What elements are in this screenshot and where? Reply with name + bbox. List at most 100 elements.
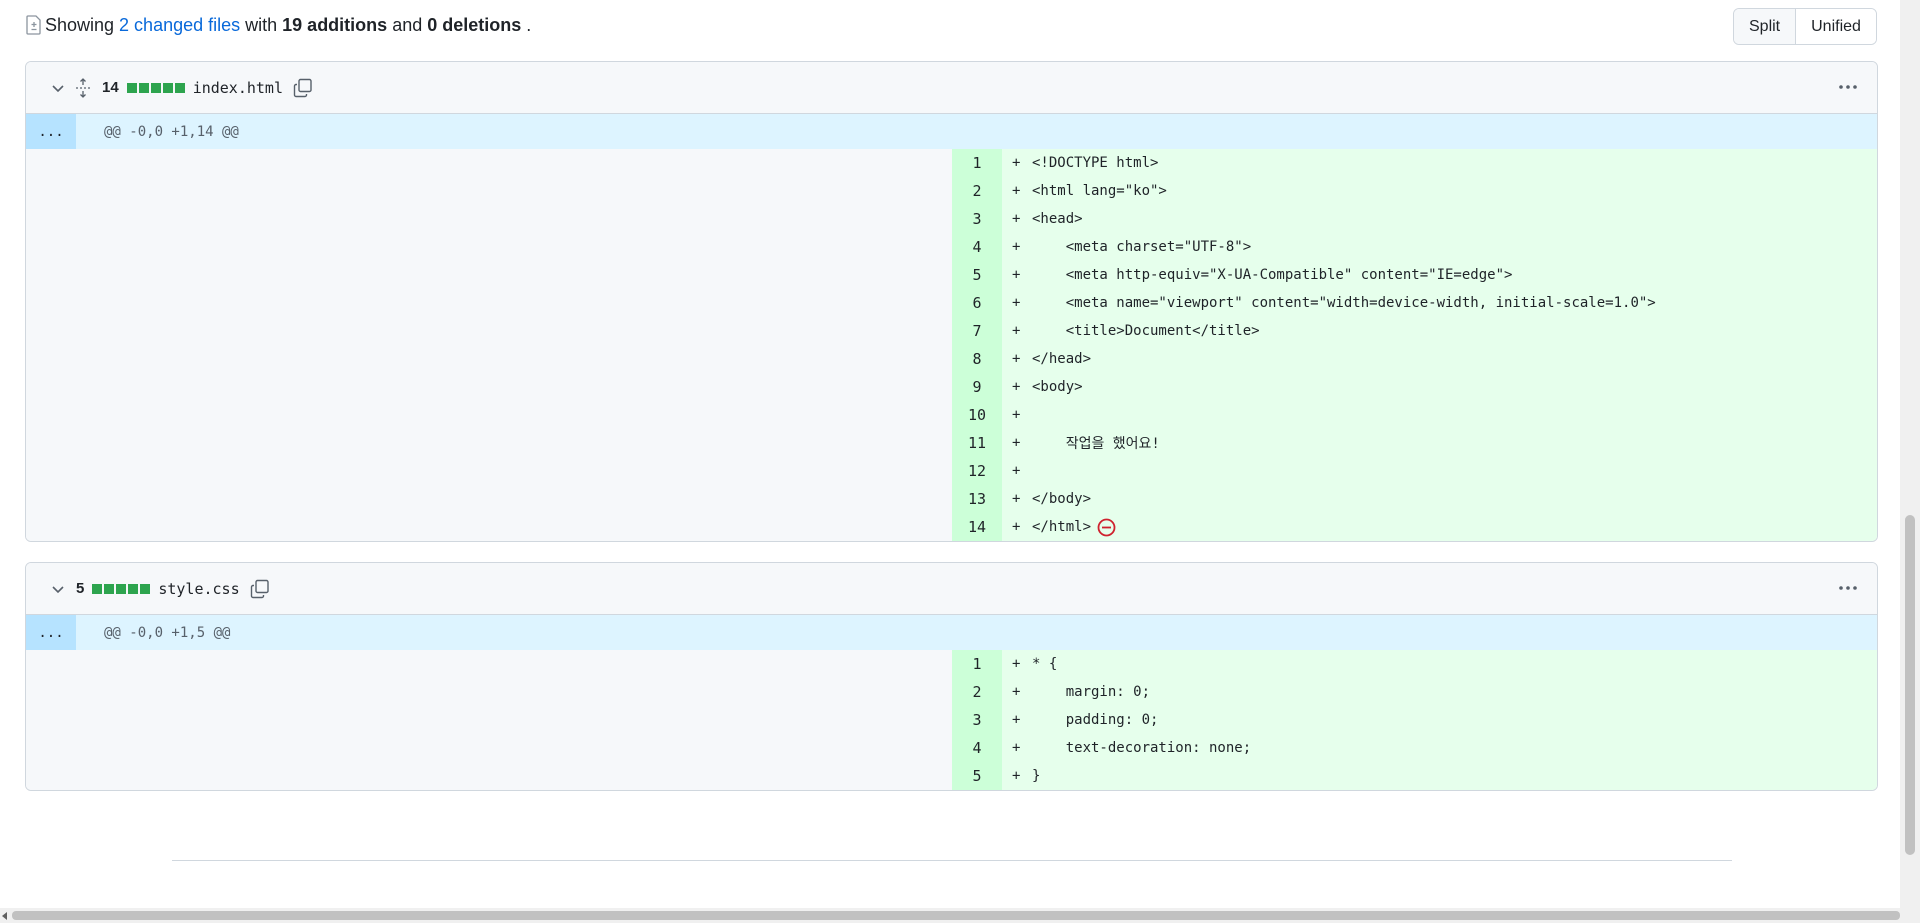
vertical-scrollbar[interactable] [1900, 0, 1920, 923]
code-line: + <html lang="ko"> [1002, 177, 1877, 205]
file-header: 5 style.css [26, 563, 1877, 615]
diff-summary: Showing 2 changed files with 19 addition… [25, 10, 531, 40]
line-number[interactable]: 7 [952, 317, 1002, 345]
diff-row: 3 + <head> [952, 205, 1877, 233]
code-line: + margin: 0; [1002, 678, 1877, 706]
line-number[interactable]: 3 [952, 706, 1002, 734]
line-number[interactable]: 5 [952, 261, 1002, 289]
right-pane: 1 + <!DOCTYPE html> 2 + <html lang="ko"> 3 + <… [952, 149, 1877, 541]
right-pane: 1 + * { 2 + margin: 0; 3 + padding: 0; 4 + te… [952, 650, 1877, 790]
scrollbar-thumb[interactable] [1905, 515, 1915, 855]
line-number[interactable]: 10 [952, 401, 1002, 429]
code-line: + <title>Document</title> [1002, 317, 1877, 345]
kebab-horizontal-icon[interactable] [1837, 579, 1859, 597]
summary-and: and [392, 14, 423, 35]
line-number[interactable]: 9 [952, 373, 1002, 401]
code-line: + padding: 0; [1002, 706, 1877, 734]
diff-row: 14 + </html> [952, 513, 1877, 541]
line-number[interactable]: 2 [952, 678, 1002, 706]
diffstat-bar [92, 583, 151, 594]
diff-row: 11 + 작업을 했어요! [952, 429, 1877, 457]
left-empty-pane [26, 650, 952, 790]
code-line: + </html> [1002, 513, 1877, 541]
line-number[interactable]: 2 [952, 177, 1002, 205]
code-text: padding: 0; [1032, 712, 1159, 728]
file-name[interactable]: style.css [158, 580, 239, 598]
changed-files-link[interactable]: 2 changed files [119, 15, 240, 36]
file-diff-index-html: 14 index.html ... @@ -0,0 +1,14 @@ 1 + <!D… [25, 61, 1878, 542]
expand-hunk-button[interactable]: ... [26, 615, 76, 650]
file-header: 14 index.html [26, 62, 1877, 114]
line-number[interactable]: 4 [952, 233, 1002, 261]
code-text: <html lang="ko"> [1032, 183, 1167, 199]
code-line: + * { [1002, 650, 1877, 678]
diff-row: 4 + text-decoration: none; [952, 734, 1877, 762]
code-text: margin: 0; [1032, 684, 1151, 700]
diff-row: 2 + <html lang="ko"> [952, 177, 1877, 205]
footer-divider [172, 860, 1732, 861]
hunk-range: @@ -0,0 +1,5 @@ [104, 624, 231, 641]
line-number[interactable]: 12 [952, 457, 1002, 485]
code-line: + text-decoration: none; [1002, 734, 1877, 762]
file-name[interactable]: index.html [193, 79, 283, 97]
code-text: </body> [1032, 491, 1092, 507]
diff-row: 2 + margin: 0; [952, 678, 1877, 706]
hunk-range: @@ -0,0 +1,14 @@ [104, 123, 239, 140]
summary-period: . [526, 14, 532, 35]
scroll-left-arrow-icon[interactable] [2, 912, 7, 920]
code-text: <meta charset="UTF-8"> [1032, 239, 1252, 255]
line-number[interactable]: 4 [952, 734, 1002, 762]
no-newline-icon [1097, 518, 1116, 536]
code-text: <meta http-equiv="X-UA-Compatible" conte… [1032, 267, 1513, 283]
line-number[interactable]: 5 [952, 762, 1002, 790]
diff-row: 3 + padding: 0; [952, 706, 1877, 734]
code-line: + <!DOCTYPE html> [1002, 149, 1877, 177]
code-line: + </body> [1002, 485, 1877, 513]
line-number[interactable]: 1 [952, 650, 1002, 678]
left-empty-pane [26, 149, 952, 541]
diff-table: 1 + * { 2 + margin: 0; 3 + padding: 0; 4 + te… [26, 650, 1877, 790]
summary-with: with [245, 14, 278, 35]
line-number[interactable]: 14 [952, 513, 1002, 541]
code-line: + <head> [1002, 205, 1877, 233]
copy-icon[interactable] [293, 78, 313, 98]
code-line: + <meta name="viewport" content="width=d… [1002, 289, 1877, 317]
code-line: + <body> [1002, 373, 1877, 401]
diff-row: 1 + <!DOCTYPE html> [952, 149, 1877, 177]
code-line: + </head> [1002, 345, 1877, 373]
line-number[interactable]: 3 [952, 205, 1002, 233]
changes-count: 14 [102, 79, 119, 96]
code-text: <meta name="viewport" content="width=dev… [1032, 295, 1656, 311]
split-view-button[interactable]: Split [1734, 9, 1796, 44]
code-line: + 작업을 했어요! [1002, 429, 1877, 457]
diff-row: 5 +} [952, 762, 1877, 790]
diff-row: 1 + * { [952, 650, 1877, 678]
diff-row: 5 + <meta http-equiv="X-UA-Compatible" co… [952, 261, 1877, 289]
code-text: } [1032, 768, 1041, 784]
line-number[interactable]: 11 [952, 429, 1002, 457]
code-text: * { [1032, 656, 1058, 672]
expand-hunk-button[interactable]: ... [26, 114, 76, 149]
code-line: + [1002, 457, 1877, 485]
horizontal-scrollbar[interactable] [0, 908, 1920, 923]
copy-icon[interactable] [250, 579, 270, 599]
line-number[interactable]: 8 [952, 345, 1002, 373]
line-number[interactable]: 1 [952, 149, 1002, 177]
code-text: text-decoration: none; [1032, 740, 1252, 756]
unfold-icon[interactable] [74, 77, 92, 98]
changes-count: 5 [76, 580, 85, 597]
line-number[interactable]: 6 [952, 289, 1002, 317]
code-text: <head> [1032, 211, 1083, 227]
scrollbar-thumb[interactable] [12, 911, 1900, 920]
unified-view-button[interactable]: Unified [1795, 9, 1876, 44]
chevron-down-icon[interactable] [50, 581, 66, 597]
diffstat-bar [126, 82, 185, 93]
summary-prefix: Showing [45, 14, 115, 35]
chevron-down-icon[interactable] [50, 80, 66, 96]
line-number[interactable]: 13 [952, 485, 1002, 513]
diff-row: 7 + <title>Document</title> [952, 317, 1877, 345]
code-text: 작업을 했어요! [1032, 436, 1160, 452]
diff-row: 6 + <meta name="viewport" content="width=… [952, 289, 1877, 317]
diff-row: 4 + <meta charset="UTF-8"> [952, 233, 1877, 261]
kebab-horizontal-icon[interactable] [1837, 78, 1859, 96]
